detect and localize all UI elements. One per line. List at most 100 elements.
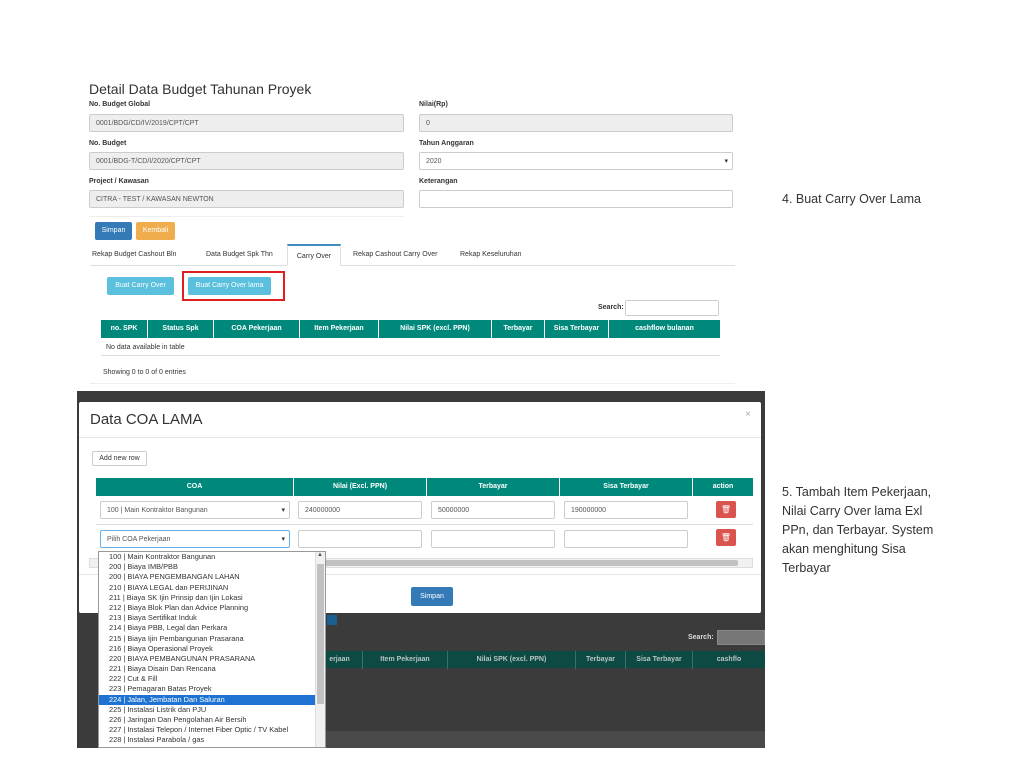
search-input[interactable] xyxy=(625,300,719,316)
modal-simpan-button[interactable]: Simpan xyxy=(411,587,453,606)
tab-rekap-budget-cashout-bln[interactable]: Rekap Budget Cashout Bln xyxy=(92,244,176,266)
modal-header-divider xyxy=(79,437,761,438)
col-nilai-excl-ppn[interactable]: Nilai (Excl. PPN) xyxy=(294,478,427,496)
bg-footer xyxy=(317,731,765,748)
nilai-input-row1[interactable]: 240000000 xyxy=(298,501,422,519)
keterangan-field[interactable] xyxy=(419,190,733,208)
highlight-box xyxy=(182,271,285,301)
col-item-pekerjaan[interactable]: Item Pekerjaan xyxy=(300,320,379,338)
no-budget-global-label: No. Budget Global xyxy=(89,101,151,108)
keterangan-label: Keterangan xyxy=(419,178,458,185)
nilai-input-row2[interactable] xyxy=(298,530,422,548)
no-budget-global-field[interactable]: 0001/BDG/CD/IV/2019/CPT/CPT xyxy=(89,114,404,132)
terbayar-input-row2[interactable] xyxy=(431,530,555,548)
project-kawasan-field[interactable]: CITRA - TEST / KAWASAN NEWTON xyxy=(89,190,404,208)
step5-line: PPn, dan Terbayar. System xyxy=(782,523,934,537)
nilai-label: Nilai(Rp) xyxy=(419,101,448,108)
bg-col-cashflow: cashflo xyxy=(716,656,742,663)
terbayar-input-row1[interactable]: 50000000 xyxy=(431,501,555,519)
col-status-spk[interactable]: Status Spk xyxy=(148,320,214,338)
search-label: Search: xyxy=(598,304,624,311)
empty-row: No data available in table xyxy=(101,338,720,356)
divider xyxy=(89,216,404,217)
bg-col-nilai: Nilai SPK (excl. PPN) xyxy=(448,651,576,669)
bg-col-sisa: Sisa Terbayar xyxy=(626,651,693,669)
col-coa-pekerjaan[interactable]: COA Pekerjaan xyxy=(214,320,300,338)
bg-table-header: erjaan Item Pekerjaan Nilai SPK (excl. P… xyxy=(317,651,765,669)
dropdown-option[interactable]: 223 | Pemagaran Batas Proyek xyxy=(99,684,325,694)
tab-carry-over[interactable]: Carry Over xyxy=(287,244,341,266)
tab-rekap-cashout-carry-over[interactable]: Rekap Cashout Carry Over xyxy=(353,244,437,266)
step5-line: Terbayar xyxy=(782,561,831,575)
dropdown-option[interactable]: 212 | Biaya Blok Plan dan Advice Plannin… xyxy=(99,603,325,613)
dropdown-scrollbar[interactable]: ▲ xyxy=(315,552,325,747)
dropdown-option[interactable]: 224 | Jalan, Jembatan Dan Saluran xyxy=(99,694,325,705)
dropdown-option[interactable]: 227 | Instalasi Telepon / Internet Fiber… xyxy=(99,725,325,735)
dropdown-option[interactable]: 221 | Biaya Disain Dan Rencana xyxy=(99,664,325,674)
budget-detail-screenshot: Detail Data Budget Tahunan Proyek No. Bu… xyxy=(80,74,770,390)
dropdown-option[interactable]: 200 | Biaya IMB/PBB xyxy=(99,562,325,572)
bg-col-item: Item Pekerjaan xyxy=(363,651,448,669)
no-budget-label: No. Budget xyxy=(89,140,127,147)
step5-line: Nilai Carry Over lama Exl xyxy=(782,504,923,518)
step4-note: 4. Buat Carry Over Lama xyxy=(782,192,921,206)
dropdown-option[interactable]: 210 | BIAYA LEGAL dan PERIJINAN xyxy=(99,583,325,593)
col-terbayar[interactable]: Terbayar xyxy=(427,478,560,496)
modal-title: Data COA LAMA xyxy=(90,411,203,428)
sisa-input-row1[interactable]: 190000000 xyxy=(564,501,688,519)
add-new-row-button[interactable]: Add new row xyxy=(92,451,147,466)
no-budget-field[interactable]: 0001/BDG-T/CD/I/2020/CPT/CPT xyxy=(89,152,404,170)
tab-rekap-keseluruhan[interactable]: Rekap Keseluruhan xyxy=(460,244,522,266)
dropdown-option[interactable]: 211 | Biaya SK Ijin Prinsip dan Ijin Lok… xyxy=(99,593,325,603)
dropdown-option[interactable]: 222 | Cut & Fill xyxy=(99,674,325,684)
kembali-button[interactable]: Kembali xyxy=(136,222,175,240)
trash-icon[interactable]: 🗑 xyxy=(716,529,736,546)
coa-lama-modal-screenshot: Search: erjaan Item Pekerjaan Nilai SPK … xyxy=(77,391,765,748)
close-icon[interactable]: × xyxy=(745,409,751,420)
carry-over-table-header: no. SPK Status Spk COA Pekerjaan Item Pe… xyxy=(101,320,720,338)
col-terbayar[interactable]: Terbayar xyxy=(492,320,545,338)
sisa-input-row2[interactable] xyxy=(564,530,688,548)
dropdown-option[interactable]: 213 | Biaya Sertifikat Induk xyxy=(99,613,325,623)
dropdown-option[interactable]: 100 | Main Kontraktor Bangunan xyxy=(99,552,325,562)
tab-data-budget-spk-thn[interactable]: Data Budget Spk Thn xyxy=(206,244,273,266)
dropdown-option[interactable]: 220 | BIAYA PEMBANGUNAN PRASARANA xyxy=(99,654,325,664)
dropdown-option[interactable]: 228 | Instalasi Parabola / gas xyxy=(99,735,325,745)
background-element xyxy=(327,615,337,625)
dropdown-options: 100 | Main Kontraktor Bangunan 200 | Biay… xyxy=(99,552,325,746)
trash-icon[interactable]: 🗑 xyxy=(716,501,736,518)
col-action[interactable]: action xyxy=(693,478,753,496)
step5-line: 5. Tambah Item Pekerjaan, xyxy=(782,485,932,499)
bg-col-terbayar: Terbayar xyxy=(576,651,626,669)
nilai-field[interactable]: 0 xyxy=(419,114,733,132)
col-nilai-spk[interactable]: Nilai SPK (excl. PPN) xyxy=(379,320,492,338)
coa-select-row1[interactable]: 100 | Main Kontraktor Bangunan xyxy=(100,501,290,519)
step5-line: akan menghitung Sisa xyxy=(782,542,906,556)
empty-table-text: No data available in table xyxy=(106,344,185,351)
col-cashflow-bulanan[interactable]: cashflow bulanan xyxy=(609,320,720,338)
dropdown-scrollbar-thumb[interactable] xyxy=(317,564,324,704)
row-divider xyxy=(96,524,753,525)
col-sisa-terbayar[interactable]: Sisa Terbayar xyxy=(545,320,609,338)
col-coa[interactable]: COA xyxy=(96,478,294,496)
col-sisa-terbayar[interactable]: Sisa Terbayar xyxy=(560,478,693,496)
dropdown-option[interactable]: 226 | Jaringan Dan Pengolahan Air Bersih xyxy=(99,715,325,725)
dropdown-option[interactable]: 215 | Biaya Ijin Pembangunan Prasarana xyxy=(99,634,325,644)
dropdown-option[interactable]: 214 | Biaya PBB, Legal dan Perkara xyxy=(99,623,325,633)
buat-carry-over-button[interactable]: Buat Carry Over xyxy=(107,277,174,295)
coa-table-header: COA Nilai (Excl. PPN) Terbayar Sisa Terb… xyxy=(96,478,753,496)
simpan-button[interactable]: Simpan xyxy=(95,222,132,240)
tab-bar: Rekap Budget Cashout Bln Data Budget Spk… xyxy=(90,244,735,266)
coa-dropdown-list[interactable]: 100 | Main Kontraktor Bangunan 200 | Biay… xyxy=(98,551,326,748)
tahun-anggaran-label: Tahun Anggaran xyxy=(419,140,474,147)
coa-select-row2[interactable]: Pilih COA Pekerjaan xyxy=(100,530,290,548)
col-no-spk[interactable]: no. SPK xyxy=(101,320,148,338)
dropdown-option[interactable]: 225 | Instalasi Listrik dan PJU xyxy=(99,705,325,715)
table-info-text: Showing 0 to 0 of 0 entries xyxy=(103,369,186,376)
page-title: Detail Data Budget Tahunan Proyek xyxy=(89,81,312,97)
dropdown-option[interactable]: 200 | BIAYA PENGEMBANGAN LAHAN xyxy=(99,572,325,582)
project-kawasan-label: Project / Kawasan xyxy=(89,178,149,185)
scroll-up-icon[interactable]: ▲ xyxy=(317,552,323,558)
dropdown-option[interactable]: 216 | Biaya Operasional Proyek xyxy=(99,644,325,654)
tahun-anggaran-select[interactable]: 2020 xyxy=(419,152,733,170)
